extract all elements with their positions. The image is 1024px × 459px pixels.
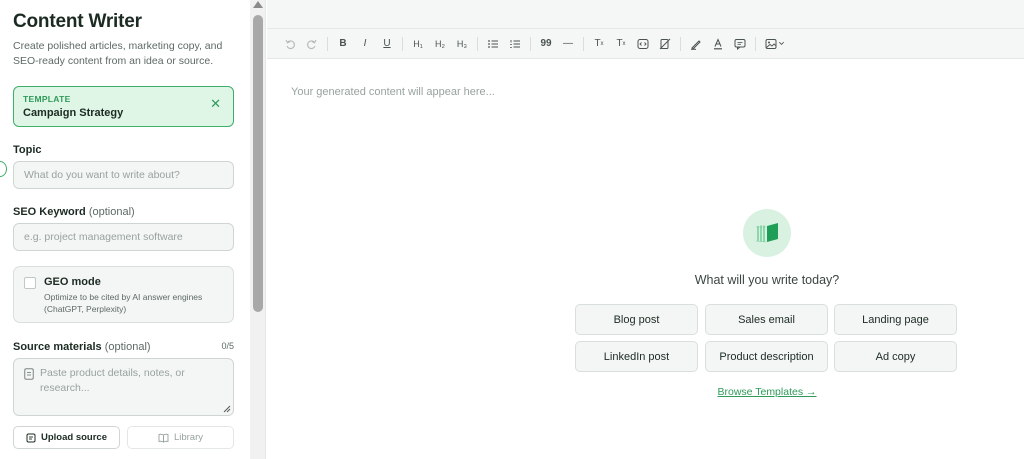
toolbar-divider	[327, 36, 328, 51]
code-icon[interactable]	[632, 33, 654, 55]
geo-mode-title: GEO mode	[44, 276, 101, 288]
upload-source-label: Upload source	[41, 432, 107, 443]
bold-button[interactable]: B	[332, 33, 354, 55]
content-writer-panel: Content Writer Create polished articles,…	[0, 0, 250, 459]
formatting-toolbar: B I U H₁ H₂ H₃ 99 — Tx Tx	[267, 29, 1024, 59]
template-name: Campaign Strategy	[23, 107, 124, 119]
redo-icon[interactable]	[301, 33, 323, 55]
template-label: TEMPLATE	[23, 94, 71, 104]
toolbar-divider	[530, 36, 531, 51]
library-button[interactable]: Library	[127, 426, 234, 449]
toolbar-divider	[477, 36, 478, 51]
underline-button[interactable]: U	[376, 33, 398, 55]
document-icon	[24, 368, 34, 380]
toolbar-divider	[402, 36, 403, 51]
seo-keyword-label: SEO Keyword (optional)	[13, 206, 135, 218]
selected-template-card[interactable]: TEMPLATE Campaign Strategy ✕	[13, 86, 234, 127]
editor-placeholder[interactable]: Your generated content will appear here.…	[291, 86, 495, 98]
scroll-up-arrow-icon[interactable]	[253, 1, 263, 8]
italic-button[interactable]: I	[354, 33, 376, 55]
prompt-question: What will you write today?	[694, 273, 840, 287]
library-label: Library	[173, 432, 204, 443]
clear-format-icon[interactable]	[654, 33, 676, 55]
seo-keyword-input[interactable]	[13, 223, 234, 251]
upload-source-button[interactable]: Upload source	[13, 426, 120, 449]
source-count: 0/5	[221, 341, 234, 351]
subscript-icon[interactable]: Tx	[610, 33, 632, 55]
toolbar-divider	[680, 36, 681, 51]
numbered-list-icon[interactable]	[504, 33, 526, 55]
topic-label: Topic	[13, 144, 42, 156]
chip-linkedin-post[interactable]: LinkedIn post	[575, 341, 698, 372]
heading-1-button[interactable]: H₁	[407, 33, 429, 55]
chip-product-description[interactable]: Product description	[705, 341, 828, 372]
chip-blog-post[interactable]: Blog post	[575, 304, 698, 335]
chip-landing-page[interactable]: Landing page	[834, 304, 957, 335]
heading-2-button[interactable]: H₂	[429, 33, 451, 55]
chip-ad-copy[interactable]: Ad copy	[834, 341, 957, 372]
topic-input[interactable]	[13, 161, 234, 189]
hero-icon-circle	[743, 209, 791, 257]
book-icon	[158, 433, 169, 443]
geo-mode-checkbox[interactable]	[24, 277, 36, 289]
browse-templates-link[interactable]: Browse Templates →	[567, 386, 967, 398]
panel-title: Content Writer	[13, 11, 142, 32]
bullet-list-icon[interactable]	[482, 33, 504, 55]
close-icon[interactable]: ✕	[210, 96, 221, 112]
optional-label: (optional)	[104, 341, 151, 353]
toolbar-divider	[755, 36, 756, 51]
source-materials-textarea[interactable]	[40, 366, 225, 410]
highlighter-icon[interactable]	[685, 33, 707, 55]
text-color-icon[interactable]	[707, 33, 729, 55]
book-open-icon	[755, 223, 778, 243]
horizontal-rule-button[interactable]: —	[557, 33, 579, 55]
resize-handle-icon[interactable]	[223, 405, 231, 413]
optional-label: (optional)	[88, 206, 135, 218]
comment-icon[interactable]	[729, 33, 751, 55]
image-icon	[765, 38, 777, 49]
chevron-down-icon	[779, 41, 784, 45]
insert-image-dropdown[interactable]	[760, 33, 790, 55]
undo-icon[interactable]	[279, 33, 301, 55]
chip-sales-email[interactable]: Sales email	[705, 304, 828, 335]
panel-description: Create polished articles, marketing copy…	[13, 40, 223, 67]
editor-area: B I U H₁ H₂ H₃ 99 — Tx Tx Your generated…	[267, 0, 1024, 459]
radio-indicator[interactable]	[0, 161, 7, 177]
geo-mode-description: Optimize to be cited by AI answer engine…	[44, 292, 203, 314]
upload-icon	[26, 433, 36, 442]
geo-mode-card[interactable]: GEO mode Optimize to be cited by AI answ…	[13, 266, 234, 323]
scroll-thumb[interactable]	[253, 15, 263, 312]
blockquote-button[interactable]: 99	[535, 33, 557, 55]
superscript-icon[interactable]: Tx	[588, 33, 610, 55]
heading-3-button[interactable]: H₃	[451, 33, 473, 55]
editor-top-bar	[267, 0, 1024, 29]
source-materials-label: Source materials (optional)	[13, 341, 151, 353]
sidebar-scrollbar[interactable]	[250, 0, 266, 459]
source-materials-box	[13, 358, 234, 416]
toolbar-divider	[583, 36, 584, 51]
